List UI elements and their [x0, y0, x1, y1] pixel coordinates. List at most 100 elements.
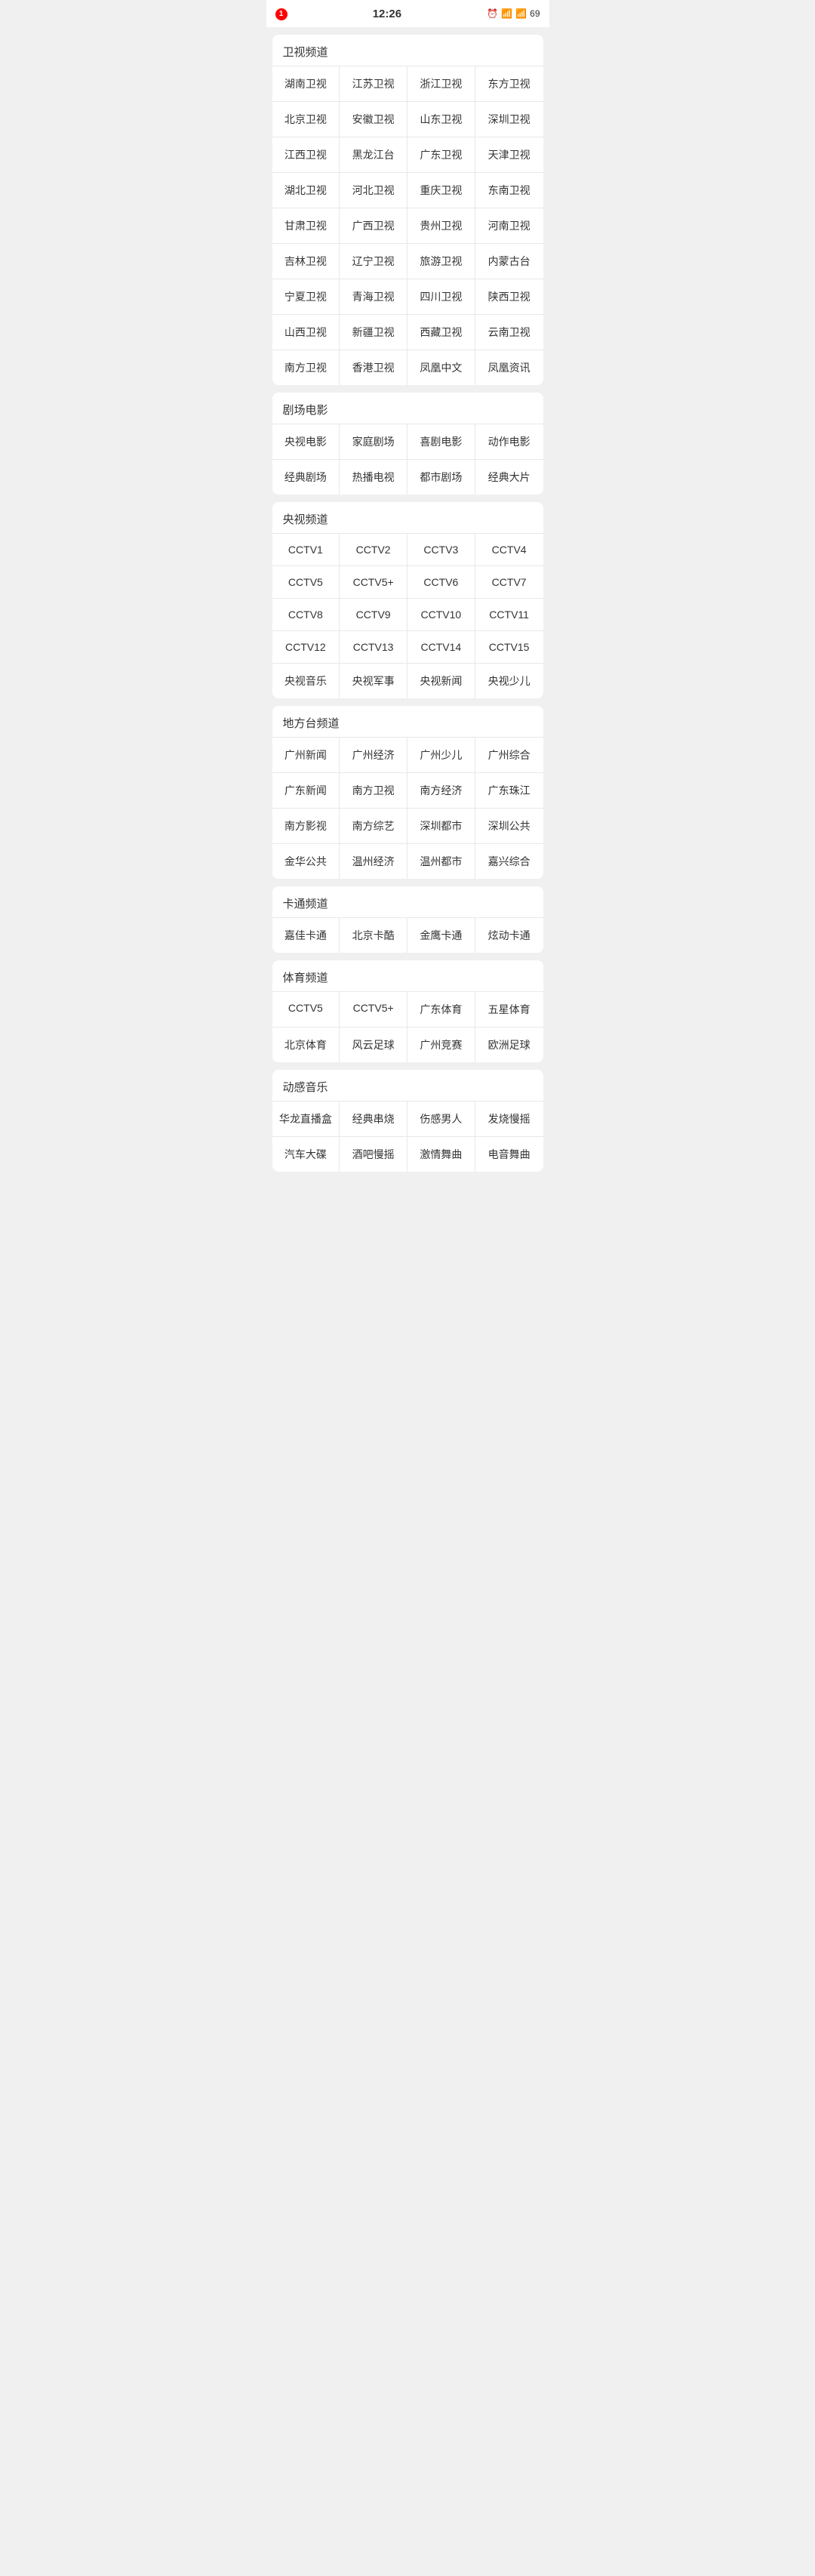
- channel-cell[interactable]: 吉林卫视: [272, 244, 340, 279]
- channel-cell[interactable]: CCTV8: [272, 599, 340, 631]
- channel-cell[interactable]: CCTV1: [272, 534, 340, 566]
- channel-cell[interactable]: 河北卫视: [340, 173, 408, 208]
- channel-cell[interactable]: 深圳都市: [408, 809, 475, 844]
- channel-cell[interactable]: 内蒙古台: [475, 244, 543, 279]
- channel-cell[interactable]: 南方影视: [272, 809, 340, 844]
- channel-cell[interactable]: 央视军事: [340, 664, 408, 698]
- channel-cell[interactable]: 陕西卫视: [475, 279, 543, 315]
- channel-cell[interactable]: 央视新闻: [408, 664, 475, 698]
- channel-cell[interactable]: 湖北卫视: [272, 173, 340, 208]
- channel-cell[interactable]: 金华公共: [272, 844, 340, 879]
- channel-cell[interactable]: 酒吧慢摇: [340, 1137, 408, 1172]
- channel-cell[interactable]: 五星体育: [475, 992, 543, 1028]
- channel-cell[interactable]: 广州少儿: [408, 738, 475, 773]
- channel-cell[interactable]: 凤凰资讯: [475, 350, 543, 385]
- channel-cell[interactable]: CCTV11: [475, 599, 543, 631]
- channel-cell[interactable]: 凤凰中文: [408, 350, 475, 385]
- channel-cell[interactable]: 北京卫视: [272, 102, 340, 137]
- channel-cell[interactable]: 山西卫视: [272, 315, 340, 350]
- channel-cell[interactable]: 宁夏卫视: [272, 279, 340, 315]
- channel-cell[interactable]: 央视少儿: [475, 664, 543, 698]
- channel-cell[interactable]: 南方卫视: [340, 773, 408, 809]
- channel-cell[interactable]: 山东卫视: [408, 102, 475, 137]
- channel-cell[interactable]: 华龙直播盒: [272, 1102, 340, 1137]
- channel-cell[interactable]: CCTV5: [272, 992, 340, 1028]
- channel-cell[interactable]: 炫动卡通: [475, 918, 543, 953]
- channel-cell[interactable]: 深圳公共: [475, 809, 543, 844]
- channel-cell[interactable]: 广州经济: [340, 738, 408, 773]
- channel-cell[interactable]: 河南卫视: [475, 208, 543, 244]
- channel-cell[interactable]: 天津卫视: [475, 137, 543, 173]
- channel-cell[interactable]: 激情舞曲: [408, 1137, 475, 1172]
- channel-cell[interactable]: CCTV6: [408, 566, 475, 599]
- channel-cell[interactable]: 甘肃卫视: [272, 208, 340, 244]
- channel-cell[interactable]: 风云足球: [340, 1028, 408, 1062]
- channel-cell[interactable]: 江苏卫视: [340, 66, 408, 102]
- channel-cell[interactable]: 央视电影: [272, 424, 340, 460]
- channel-cell[interactable]: 南方综艺: [340, 809, 408, 844]
- channel-cell[interactable]: CCTV5+: [340, 992, 408, 1028]
- channel-cell[interactable]: 经典大片: [475, 460, 543, 495]
- channel-cell[interactable]: 深圳卫视: [475, 102, 543, 137]
- channel-cell[interactable]: CCTV9: [340, 599, 408, 631]
- channel-cell[interactable]: 广东体育: [408, 992, 475, 1028]
- channel-cell[interactable]: 南方卫视: [272, 350, 340, 385]
- channel-cell[interactable]: CCTV15: [475, 631, 543, 664]
- channel-cell[interactable]: 央视音乐: [272, 664, 340, 698]
- channel-cell[interactable]: CCTV4: [475, 534, 543, 566]
- channel-cell[interactable]: 经典串烧: [340, 1102, 408, 1137]
- channel-cell[interactable]: 金鹰卡通: [408, 918, 475, 953]
- channel-cell[interactable]: 贵州卫视: [408, 208, 475, 244]
- channel-cell[interactable]: 北京体育: [272, 1028, 340, 1062]
- channel-cell[interactable]: CCTV5: [272, 566, 340, 599]
- channel-cell[interactable]: CCTV3: [408, 534, 475, 566]
- channel-cell[interactable]: 广州新闻: [272, 738, 340, 773]
- channel-cell[interactable]: 汽车大碟: [272, 1137, 340, 1172]
- channel-cell[interactable]: 安徽卫视: [340, 102, 408, 137]
- channel-cell[interactable]: 广东卫视: [408, 137, 475, 173]
- channel-cell[interactable]: 新疆卫视: [340, 315, 408, 350]
- channel-cell[interactable]: 云南卫视: [475, 315, 543, 350]
- channel-cell[interactable]: 伤感男人: [408, 1102, 475, 1137]
- channel-cell[interactable]: 重庆卫视: [408, 173, 475, 208]
- channel-cell[interactable]: 欧洲足球: [475, 1028, 543, 1062]
- channel-cell[interactable]: 经典剧场: [272, 460, 340, 495]
- channel-cell[interactable]: 香港卫视: [340, 350, 408, 385]
- channel-cell[interactable]: 广西卫视: [340, 208, 408, 244]
- channel-cell[interactable]: 广东新闻: [272, 773, 340, 809]
- channel-cell[interactable]: 电音舞曲: [475, 1137, 543, 1172]
- channel-cell[interactable]: 东方卫视: [475, 66, 543, 102]
- channel-cell[interactable]: CCTV12: [272, 631, 340, 664]
- channel-cell[interactable]: 热播电视: [340, 460, 408, 495]
- channel-cell[interactable]: 广州综合: [475, 738, 543, 773]
- channel-cell[interactable]: CCTV13: [340, 631, 408, 664]
- channel-cell[interactable]: 嘉佳卡通: [272, 918, 340, 953]
- channel-cell[interactable]: 东南卫视: [475, 173, 543, 208]
- channel-cell[interactable]: CCTV2: [340, 534, 408, 566]
- channel-cell[interactable]: 黑龙江台: [340, 137, 408, 173]
- channel-cell[interactable]: 嘉兴综合: [475, 844, 543, 879]
- channel-cell[interactable]: 喜剧电影: [408, 424, 475, 460]
- channel-cell[interactable]: CCTV10: [408, 599, 475, 631]
- channel-cell[interactable]: 动作电影: [475, 424, 543, 460]
- channel-cell[interactable]: 都市剧场: [408, 460, 475, 495]
- channel-cell[interactable]: 江西卫视: [272, 137, 340, 173]
- channel-cell[interactable]: 浙江卫视: [408, 66, 475, 102]
- channel-cell[interactable]: 南方经济: [408, 773, 475, 809]
- channel-cell[interactable]: 湖南卫视: [272, 66, 340, 102]
- channel-cell[interactable]: 西藏卫视: [408, 315, 475, 350]
- channel-cell[interactable]: 旅游卫视: [408, 244, 475, 279]
- channel-cell[interactable]: 四川卫视: [408, 279, 475, 315]
- channel-cell[interactable]: CCTV14: [408, 631, 475, 664]
- channel-cell[interactable]: 温州经济: [340, 844, 408, 879]
- channel-cell[interactable]: 广东珠江: [475, 773, 543, 809]
- channel-cell[interactable]: CCTV5+: [340, 566, 408, 599]
- channel-cell[interactable]: 发烧慢摇: [475, 1102, 543, 1137]
- channel-cell[interactable]: 家庭剧场: [340, 424, 408, 460]
- channel-cell[interactable]: 温州都市: [408, 844, 475, 879]
- channel-cell[interactable]: 青海卫视: [340, 279, 408, 315]
- channel-cell[interactable]: 辽宁卫视: [340, 244, 408, 279]
- channel-cell[interactable]: CCTV7: [475, 566, 543, 599]
- channel-cell[interactable]: 广州竞赛: [408, 1028, 475, 1062]
- channel-cell[interactable]: 北京卡酷: [340, 918, 408, 953]
